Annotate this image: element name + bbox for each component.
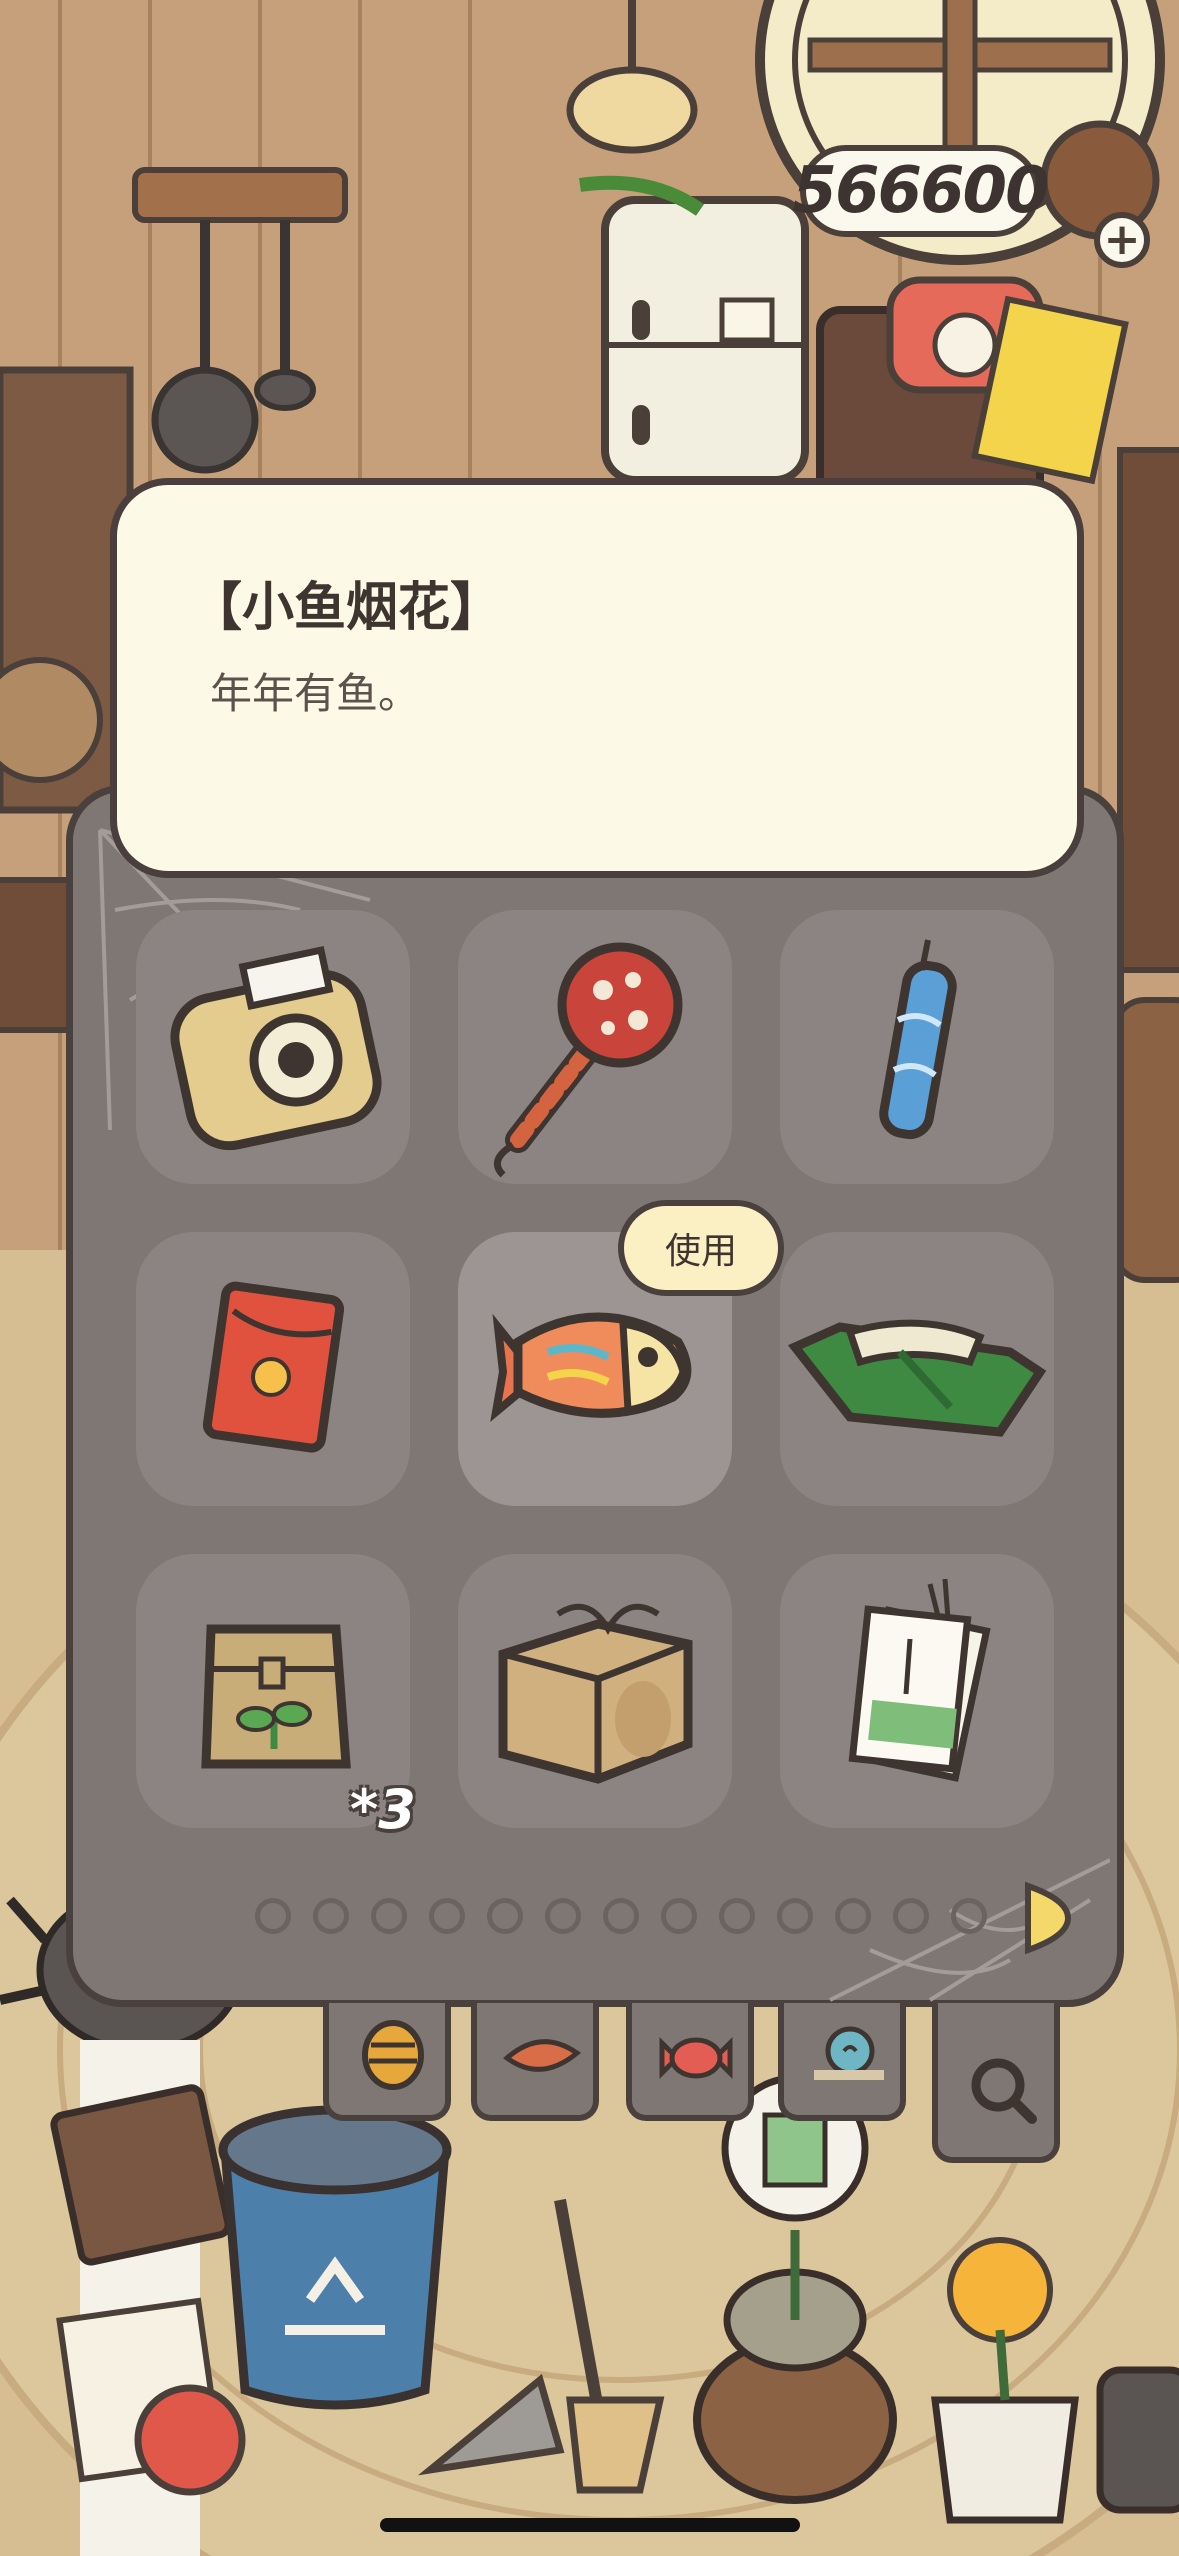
red-envelope-icon	[202, 1281, 345, 1453]
pinecone-icon	[362, 2020, 424, 2090]
paper-charm-icon	[848, 1578, 991, 1782]
firecracker-stick-icon	[879, 939, 957, 1140]
maraca-icon	[493, 942, 683, 1178]
page-dot[interactable]	[313, 1898, 349, 1934]
add-coins-button[interactable]: +	[1094, 212, 1150, 268]
inventory-slot-6[interactable]	[780, 1232, 1054, 1506]
coin-counter: 566600	[792, 145, 1050, 237]
inventory-slot-1[interactable]	[136, 910, 410, 1184]
page-dot[interactable]	[545, 1898, 581, 1934]
use-button[interactable]: 使用	[618, 1200, 784, 1296]
candy-icon	[659, 2036, 733, 2080]
page-dot[interactable]	[951, 1898, 987, 1934]
tab-pinecone[interactable]	[323, 2003, 451, 2121]
page-dot[interactable]	[893, 1898, 929, 1934]
item-title: 【小鱼烟花】	[190, 578, 503, 638]
leaf-icon	[503, 2039, 582, 2072]
tab-search[interactable]	[932, 2003, 1060, 2163]
page-dot[interactable]	[719, 1898, 755, 1934]
page-dot[interactable]	[429, 1898, 465, 1934]
green-bundle-icon	[787, 1319, 1047, 1437]
next-page-arrow-icon[interactable]	[1022, 1880, 1072, 1956]
inventory-slot-2[interactable]	[458, 910, 732, 1184]
item-description: 年年有鱼。	[210, 669, 421, 718]
inventory-slot-9[interactable]	[780, 1554, 1054, 1828]
inventory-slot-3[interactable]	[780, 910, 1054, 1184]
coin-amount: 566600	[792, 154, 1049, 228]
page-dot[interactable]	[603, 1898, 639, 1934]
inventory-slot-4[interactable]	[136, 1232, 410, 1506]
page-dot[interactable]	[777, 1898, 813, 1934]
page-dot[interactable]	[255, 1898, 291, 1934]
page-dot[interactable]	[835, 1898, 871, 1934]
page-dot[interactable]	[661, 1898, 697, 1934]
snail-icon	[814, 2026, 884, 2080]
tab-candy[interactable]	[626, 2003, 754, 2121]
tab-leaf[interactable]	[471, 2003, 599, 2121]
search-icon	[971, 2058, 1037, 2124]
plus-icon: +	[1103, 214, 1141, 265]
inventory-slot-8[interactable]	[458, 1554, 732, 1828]
instant-camera-icon	[170, 945, 382, 1151]
page-dot[interactable]	[487, 1898, 523, 1934]
use-button-label: 使用	[664, 1231, 737, 1272]
home-indicator[interactable]	[380, 2518, 800, 2532]
page-dot[interactable]	[371, 1898, 407, 1934]
cardboard-box-icon	[498, 1603, 693, 1784]
item-count-badge: *3	[350, 1778, 416, 1841]
tab-snail[interactable]	[778, 2003, 906, 2121]
